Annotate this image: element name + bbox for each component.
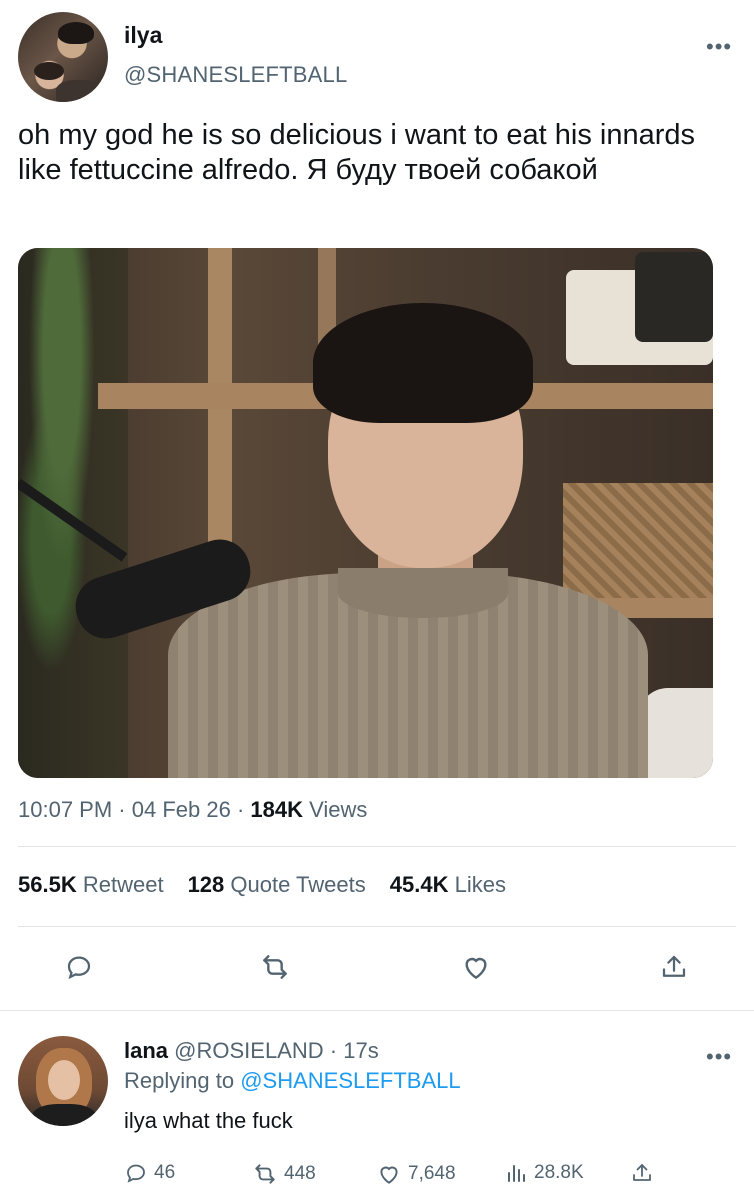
views-icon <box>508 1165 525 1182</box>
tweet-time[interactable]: 10:07 PM <box>18 797 112 822</box>
reply-share-button[interactable] <box>630 1161 654 1185</box>
more-options-icon[interactable]: ••• <box>706 1044 732 1070</box>
quotes-count: 128 <box>187 872 225 897</box>
reply-time[interactable]: 17s <box>343 1038 378 1063</box>
reply-likes-count: 7,648 <box>408 1163 456 1184</box>
likes-stat[interactable]: 45.4K Likes <box>390 872 506 898</box>
more-options-icon[interactable]: ••• <box>706 34 732 60</box>
tweet-actions <box>0 950 754 990</box>
reply-actions: 46 448 7,648 28.8K <box>0 1155 754 1185</box>
reply-icon <box>127 1164 145 1183</box>
reply-replies-count: 46 <box>154 1162 176 1183</box>
like-icon <box>380 1166 398 1184</box>
replying-to-handle[interactable]: @SHANESLEFTBALL <box>240 1068 460 1093</box>
quotes-label: Quote Tweets <box>230 872 366 897</box>
views-count: 184K <box>250 797 303 822</box>
reply-retweet-button[interactable]: 448 <box>252 1161 316 1187</box>
like-icon[interactable] <box>459 950 493 984</box>
quotes-stat[interactable]: 128 Quote Tweets <box>188 872 366 898</box>
tweet-text: oh my god he is so delicious i want to e… <box>18 119 696 186</box>
views-label: Views <box>309 797 368 822</box>
author-name[interactable]: ilya <box>124 22 162 49</box>
likes-count: 45.4K <box>389 872 449 897</box>
retweets-count: 56.5K <box>18 872 77 897</box>
reply-tweet[interactable]: lana @ROSIELAND · 17s ••• Replying to @S… <box>0 1010 754 1200</box>
reply-views-count: 28.8K <box>534 1162 584 1183</box>
share-icon <box>633 1164 651 1181</box>
reply-author-name[interactable]: lana <box>124 1038 168 1063</box>
reply-icon[interactable] <box>62 950 96 984</box>
retweet-icon <box>255 1164 275 1184</box>
author-avatar[interactable] <box>18 12 108 102</box>
retweets-stat[interactable]: 56.5K Retweet <box>18 872 164 898</box>
reply-retweets-count: 448 <box>284 1163 316 1184</box>
divider <box>18 846 736 847</box>
replying-to: Replying to @SHANESLEFTBALL <box>124 1068 461 1093</box>
reply-reply-button[interactable]: 46 <box>124 1161 175 1185</box>
divider <box>18 926 736 927</box>
author-handle[interactable]: @SHANESLEFTBALL <box>124 62 347 88</box>
reply-views-button[interactable]: 28.8K <box>504 1161 584 1185</box>
likes-label: Likes <box>454 872 506 897</box>
retweets-label: Retweet <box>82 872 164 897</box>
tweet-stats: 56.5K Retweet 128 Quote Tweets 45.4K Lik… <box>18 872 530 898</box>
tweet-photo[interactable] <box>18 248 713 778</box>
reply-like-button[interactable]: 7,648 <box>376 1161 456 1187</box>
reply-header: lana @ROSIELAND · 17s <box>124 1038 379 1063</box>
share-icon[interactable] <box>657 950 691 984</box>
reply-author-handle[interactable]: @ROSIELAND <box>174 1038 323 1063</box>
tweet-meta: 10:07 PM · 04 Feb 26 · 184K Views <box>18 797 368 822</box>
retweet-icon[interactable] <box>258 950 292 984</box>
reply-author-avatar[interactable] <box>18 1036 108 1126</box>
reply-text: ilya what the fuck <box>124 1108 293 1133</box>
tweet-date[interactable]: 04 Feb 26 <box>132 797 231 822</box>
